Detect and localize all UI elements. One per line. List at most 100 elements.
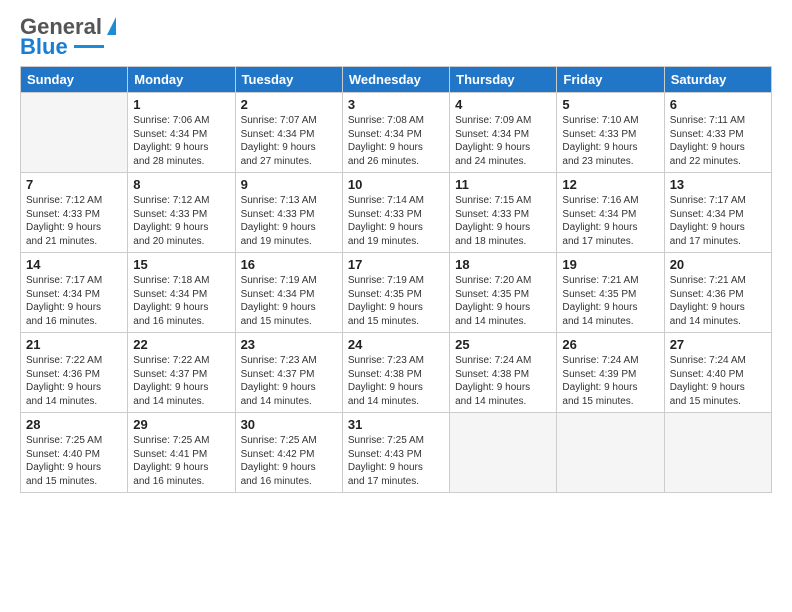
day-number: 4 <box>455 97 551 112</box>
day-info: Sunrise: 7:19 AM Sunset: 4:34 PM Dayligh… <box>241 274 337 328</box>
day-info: Sunrise: 7:22 AM Sunset: 4:37 PM Dayligh… <box>133 354 229 408</box>
calendar-week-0: 1 Sunrise: 7:06 AM Sunset: 4:34 PM Daylig… <box>21 93 772 173</box>
day-number: 14 <box>26 257 122 272</box>
day-info: Sunrise: 7:13 AM Sunset: 4:33 PM Dayligh… <box>241 194 337 248</box>
calendar-cell: 23 Sunrise: 7:23 AM Sunset: 4:37 PM Dayli… <box>235 333 342 413</box>
day-info: Sunrise: 7:16 AM Sunset: 4:34 PM Dayligh… <box>562 194 658 248</box>
calendar-cell <box>557 413 664 493</box>
calendar-cell: 22 Sunrise: 7:22 AM Sunset: 4:37 PM Dayli… <box>128 333 235 413</box>
day-number: 1 <box>133 97 229 112</box>
calendar-cell: 24 Sunrise: 7:23 AM Sunset: 4:38 PM Dayli… <box>342 333 449 413</box>
col-header-friday: Friday <box>557 67 664 93</box>
day-info: Sunrise: 7:12 AM Sunset: 4:33 PM Dayligh… <box>133 194 229 248</box>
calendar-cell: 25 Sunrise: 7:24 AM Sunset: 4:38 PM Dayli… <box>450 333 557 413</box>
calendar-cell: 31Sunrise: 7:25 AM Sunset: 4:43 PM Dayli… <box>342 413 449 493</box>
day-number: 24 <box>348 337 444 352</box>
day-number: 27 <box>670 337 766 352</box>
day-info: Sunrise: 7:18 AM Sunset: 4:34 PM Dayligh… <box>133 274 229 328</box>
day-info: Sunrise: 7:09 AM Sunset: 4:34 PM Dayligh… <box>455 114 551 168</box>
calendar-cell: 7 Sunrise: 7:12 AM Sunset: 4:33 PM Daylig… <box>21 173 128 253</box>
calendar-cell <box>664 413 771 493</box>
day-number: 17 <box>348 257 444 272</box>
day-number: 12 <box>562 177 658 192</box>
day-number: 16 <box>241 257 337 272</box>
day-number: 10 <box>348 177 444 192</box>
calendar-cell: 30Sunrise: 7:25 AM Sunset: 4:42 PM Dayli… <box>235 413 342 493</box>
calendar-cell: 29 Sunrise: 7:25 AM Sunset: 4:41 PM Dayli… <box>128 413 235 493</box>
calendar-cell: 3 Sunrise: 7:08 AM Sunset: 4:34 PM Daylig… <box>342 93 449 173</box>
logo: General Blue <box>20 16 116 58</box>
day-info: Sunrise: 7:24 AM Sunset: 4:38 PM Dayligh… <box>455 354 551 408</box>
day-number: 15 <box>133 257 229 272</box>
day-info: Sunrise: 7:19 AM Sunset: 4:35 PM Dayligh… <box>348 274 444 328</box>
calendar-cell: 26Sunrise: 7:24 AM Sunset: 4:39 PM Dayli… <box>557 333 664 413</box>
day-number: 3 <box>348 97 444 112</box>
day-info: Sunrise: 7:14 AM Sunset: 4:33 PM Dayligh… <box>348 194 444 248</box>
day-info: Sunrise: 7:11 AM Sunset: 4:33 PM Dayligh… <box>670 114 766 168</box>
logo-blue-row: Blue <box>20 36 104 58</box>
col-header-monday: Monday <box>128 67 235 93</box>
calendar-cell: 28Sunrise: 7:25 AM Sunset: 4:40 PM Dayli… <box>21 413 128 493</box>
day-number: 8 <box>133 177 229 192</box>
day-number: 13 <box>670 177 766 192</box>
day-number: 25 <box>455 337 551 352</box>
day-number: 18 <box>455 257 551 272</box>
calendar-page: General Blue SundayMondayTuesdayWednesda… <box>0 0 792 612</box>
calendar-cell: 6Sunrise: 7:11 AM Sunset: 4:33 PM Daylig… <box>664 93 771 173</box>
day-info: Sunrise: 7:25 AM Sunset: 4:43 PM Dayligh… <box>348 434 444 488</box>
day-number: 7 <box>26 177 122 192</box>
calendar-cell: 4 Sunrise: 7:09 AM Sunset: 4:34 PM Daylig… <box>450 93 557 173</box>
calendar-header-row: SundayMondayTuesdayWednesdayThursdayFrid… <box>21 67 772 93</box>
logo-underline <box>74 45 104 48</box>
calendar-cell: 20Sunrise: 7:21 AM Sunset: 4:36 PM Dayli… <box>664 253 771 333</box>
day-number: 11 <box>455 177 551 192</box>
calendar-cell <box>450 413 557 493</box>
calendar-cell: 1 Sunrise: 7:06 AM Sunset: 4:34 PM Daylig… <box>128 93 235 173</box>
header: General Blue <box>20 16 772 58</box>
calendar-cell: 8 Sunrise: 7:12 AM Sunset: 4:33 PM Daylig… <box>128 173 235 253</box>
day-info: Sunrise: 7:10 AM Sunset: 4:33 PM Dayligh… <box>562 114 658 168</box>
day-number: 23 <box>241 337 337 352</box>
calendar-cell: 12 Sunrise: 7:16 AM Sunset: 4:34 PM Dayli… <box>557 173 664 253</box>
day-info: Sunrise: 7:23 AM Sunset: 4:38 PM Dayligh… <box>348 354 444 408</box>
calendar-cell: 11 Sunrise: 7:15 AM Sunset: 4:33 PM Dayli… <box>450 173 557 253</box>
day-info: Sunrise: 7:25 AM Sunset: 4:41 PM Dayligh… <box>133 434 229 488</box>
calendar-cell: 15 Sunrise: 7:18 AM Sunset: 4:34 PM Dayli… <box>128 253 235 333</box>
day-number: 9 <box>241 177 337 192</box>
calendar-cell: 17 Sunrise: 7:19 AM Sunset: 4:35 PM Dayli… <box>342 253 449 333</box>
day-number: 26 <box>562 337 658 352</box>
day-info: Sunrise: 7:17 AM Sunset: 4:34 PM Dayligh… <box>670 194 766 248</box>
calendar-week-2: 14 Sunrise: 7:17 AM Sunset: 4:34 PM Dayli… <box>21 253 772 333</box>
day-info: Sunrise: 7:20 AM Sunset: 4:35 PM Dayligh… <box>455 274 551 328</box>
day-info: Sunrise: 7:06 AM Sunset: 4:34 PM Dayligh… <box>133 114 229 168</box>
col-header-tuesday: Tuesday <box>235 67 342 93</box>
day-info: Sunrise: 7:07 AM Sunset: 4:34 PM Dayligh… <box>241 114 337 168</box>
day-number: 30 <box>241 417 337 432</box>
col-header-saturday: Saturday <box>664 67 771 93</box>
logo-triangle-icon <box>107 17 116 35</box>
day-info: Sunrise: 7:25 AM Sunset: 4:40 PM Dayligh… <box>26 434 122 488</box>
day-info: Sunrise: 7:24 AM Sunset: 4:40 PM Dayligh… <box>670 354 766 408</box>
calendar-cell: 27 Sunrise: 7:24 AM Sunset: 4:40 PM Dayli… <box>664 333 771 413</box>
day-number: 19 <box>562 257 658 272</box>
calendar-cell: 18 Sunrise: 7:20 AM Sunset: 4:35 PM Dayli… <box>450 253 557 333</box>
day-info: Sunrise: 7:22 AM Sunset: 4:36 PM Dayligh… <box>26 354 122 408</box>
calendar-cell: 13 Sunrise: 7:17 AM Sunset: 4:34 PM Dayli… <box>664 173 771 253</box>
calendar-week-4: 28Sunrise: 7:25 AM Sunset: 4:40 PM Dayli… <box>21 413 772 493</box>
day-info: Sunrise: 7:12 AM Sunset: 4:33 PM Dayligh… <box>26 194 122 248</box>
col-header-wednesday: Wednesday <box>342 67 449 93</box>
col-header-thursday: Thursday <box>450 67 557 93</box>
calendar-week-3: 21Sunrise: 7:22 AM Sunset: 4:36 PM Dayli… <box>21 333 772 413</box>
day-number: 22 <box>133 337 229 352</box>
day-info: Sunrise: 7:21 AM Sunset: 4:35 PM Dayligh… <box>562 274 658 328</box>
calendar-cell: 10 Sunrise: 7:14 AM Sunset: 4:33 PM Dayli… <box>342 173 449 253</box>
day-info: Sunrise: 7:17 AM Sunset: 4:34 PM Dayligh… <box>26 274 122 328</box>
day-info: Sunrise: 7:15 AM Sunset: 4:33 PM Dayligh… <box>455 194 551 248</box>
calendar-cell: 19 Sunrise: 7:21 AM Sunset: 4:35 PM Dayli… <box>557 253 664 333</box>
day-number: 29 <box>133 417 229 432</box>
calendar-cell: 9 Sunrise: 7:13 AM Sunset: 4:33 PM Daylig… <box>235 173 342 253</box>
day-info: Sunrise: 7:23 AM Sunset: 4:37 PM Dayligh… <box>241 354 337 408</box>
day-info: Sunrise: 7:08 AM Sunset: 4:34 PM Dayligh… <box>348 114 444 168</box>
calendar-cell <box>21 93 128 173</box>
day-info: Sunrise: 7:21 AM Sunset: 4:36 PM Dayligh… <box>670 274 766 328</box>
